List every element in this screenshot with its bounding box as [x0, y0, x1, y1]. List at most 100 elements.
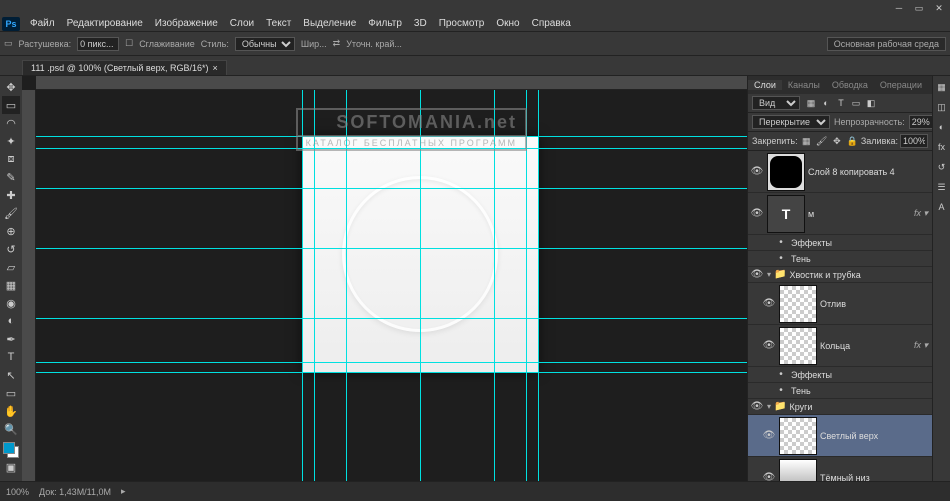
- layer-filter[interactable]: Вид: [752, 96, 800, 110]
- document-tab[interactable]: 111 .psd @ 100% (Светлый верх, RGB/16*) …: [22, 60, 227, 75]
- guide[interactable]: [420, 90, 421, 481]
- swap-icon[interactable]: ⇄: [333, 38, 341, 49]
- visibility-icon[interactable]: 👁: [762, 430, 776, 441]
- viewport[interactable]: [36, 90, 747, 481]
- status-arrow-icon[interactable]: ▸: [121, 486, 126, 497]
- filter-adjust-icon[interactable]: ◐: [819, 96, 833, 110]
- path-tool[interactable]: ↖: [2, 366, 20, 384]
- guide[interactable]: [36, 136, 747, 137]
- close-tab-icon[interactable]: ×: [213, 63, 218, 73]
- tab-layers[interactable]: Слои: [748, 80, 782, 90]
- minimize-button[interactable]: ─: [890, 2, 908, 14]
- layer-thumbnail[interactable]: [779, 327, 817, 365]
- dock-color-icon[interactable]: ▦: [935, 80, 949, 94]
- fill-input[interactable]: [900, 134, 928, 148]
- gradient-tool[interactable]: ▦: [2, 276, 20, 294]
- layer-thumbnail[interactable]: [779, 285, 817, 323]
- layer-row[interactable]: •Эффекты: [748, 235, 932, 251]
- shape-tool[interactable]: ▭: [2, 384, 20, 402]
- guide[interactable]: [36, 318, 747, 319]
- guide[interactable]: [302, 90, 303, 481]
- refine-edge[interactable]: Уточн. край...: [346, 39, 402, 49]
- visibility-icon[interactable]: 👁: [762, 472, 776, 481]
- menu-file[interactable]: Файл: [24, 18, 61, 29]
- visibility-icon[interactable]: 👁: [750, 208, 764, 219]
- fx-badge[interactable]: fx ▾: [914, 340, 928, 351]
- filter-pixel-icon[interactable]: ▦: [804, 96, 818, 110]
- layer-row[interactable]: 👁Tмfx ▾: [748, 193, 932, 235]
- guide[interactable]: [36, 362, 747, 363]
- lock-position-icon[interactable]: ✥: [830, 134, 843, 148]
- menu-layers[interactable]: Слои: [224, 18, 260, 29]
- filter-smart-icon[interactable]: ◧: [864, 96, 878, 110]
- text-tool[interactable]: T: [2, 348, 20, 366]
- zoom-tool[interactable]: 🔍: [2, 420, 20, 438]
- guide[interactable]: [314, 90, 315, 481]
- menu-text[interactable]: Текст: [260, 18, 297, 29]
- pen-tool[interactable]: ✒: [2, 330, 20, 348]
- layer-thumbnail[interactable]: [779, 417, 817, 455]
- menu-window[interactable]: Окно: [490, 18, 525, 29]
- guide[interactable]: [526, 90, 527, 481]
- marquee-tool[interactable]: ▭: [2, 96, 20, 114]
- dock-history-icon[interactable]: ↺: [935, 160, 949, 174]
- menu-help[interactable]: Справка: [526, 18, 577, 29]
- menu-select[interactable]: Выделение: [297, 18, 362, 29]
- layer-row[interactable]: 👁Слой 8 копировать 4: [748, 151, 932, 193]
- dock-character-icon[interactable]: A: [935, 200, 949, 214]
- blur-tool[interactable]: ◉: [2, 294, 20, 312]
- eyedropper-tool[interactable]: ✎: [2, 168, 20, 186]
- magic-wand-tool[interactable]: ✦: [2, 132, 20, 150]
- style-select[interactable]: Обычный: [235, 37, 295, 51]
- filter-shape-icon[interactable]: ▭: [849, 96, 863, 110]
- close-button[interactable]: ✕: [930, 2, 948, 14]
- layer-row[interactable]: •Эффекты: [748, 367, 932, 383]
- dock-adjustments-icon[interactable]: ◐: [935, 120, 949, 134]
- tab-paths[interactable]: Обводка: [826, 80, 874, 90]
- filter-text-icon[interactable]: T: [834, 96, 848, 110]
- tab-actions[interactable]: Операции: [874, 80, 928, 90]
- dock-styles-icon[interactable]: fx: [935, 140, 949, 154]
- layer-row[interactable]: 👁▾📁Круги: [748, 399, 932, 415]
- history-brush-tool[interactable]: ↺: [2, 240, 20, 258]
- layer-row[interactable]: 👁Кольцаfx ▾: [748, 325, 932, 367]
- zoom-value[interactable]: 100%: [6, 487, 29, 497]
- tab-channels[interactable]: Каналы: [782, 80, 826, 90]
- fg-color[interactable]: [3, 442, 15, 454]
- disclosure-icon[interactable]: ▾: [767, 402, 771, 411]
- visibility-icon[interactable]: 👁: [762, 340, 776, 351]
- visibility-icon[interactable]: 👁: [750, 401, 764, 412]
- move-tool[interactable]: ✥: [2, 78, 20, 96]
- maximize-button[interactable]: ▭: [910, 2, 928, 14]
- guide[interactable]: [36, 372, 747, 373]
- lock-pixels-icon[interactable]: 🖌: [815, 134, 828, 148]
- doc-size[interactable]: Док: 1,43M/11,0M: [39, 487, 111, 497]
- quickmask-tool[interactable]: ▣: [2, 458, 20, 476]
- layer-thumbnail[interactable]: T: [767, 195, 805, 233]
- antialias-check[interactable]: ☐: [125, 38, 133, 49]
- crop-tool[interactable]: ⧈: [2, 150, 20, 168]
- layer-row[interactable]: 👁Отлив: [748, 283, 932, 325]
- guide[interactable]: [346, 90, 347, 481]
- layer-row[interactable]: •Тень: [748, 251, 932, 267]
- hand-tool[interactable]: ✋: [2, 402, 20, 420]
- lock-transparency-icon[interactable]: ▦: [800, 134, 813, 148]
- dock-properties-icon[interactable]: ☰: [935, 180, 949, 194]
- ruler-horizontal[interactable]: [36, 76, 747, 90]
- guide[interactable]: [494, 90, 495, 481]
- visibility-icon[interactable]: 👁: [750, 166, 764, 177]
- menu-view[interactable]: Просмотр: [433, 18, 491, 29]
- layer-row[interactable]: 👁Тёмный низ: [748, 457, 932, 481]
- canvas-area[interactable]: SOFTOMANIA.net КАТАЛОГ БЕСПЛАТНЫХ ПРОГРА…: [22, 76, 747, 481]
- menu-edit[interactable]: Редактирование: [61, 18, 149, 29]
- layer-row[interactable]: 👁▾📁Хвостик и трубка: [748, 267, 932, 283]
- visibility-icon[interactable]: 👁: [750, 269, 764, 280]
- fx-badge[interactable]: fx ▾: [914, 208, 928, 219]
- brush-tool[interactable]: 🖌: [2, 204, 20, 222]
- blend-mode[interactable]: Перекрытие: [752, 115, 830, 129]
- visibility-icon[interactable]: 👁: [762, 298, 776, 309]
- disclosure-icon[interactable]: ▾: [767, 270, 771, 279]
- layer-list[interactable]: 👁Слой 8 копировать 4👁Tмfx ▾•Эффекты•Тень…: [748, 151, 932, 481]
- eraser-tool[interactable]: ▱: [2, 258, 20, 276]
- layer-row[interactable]: •Тень: [748, 383, 932, 399]
